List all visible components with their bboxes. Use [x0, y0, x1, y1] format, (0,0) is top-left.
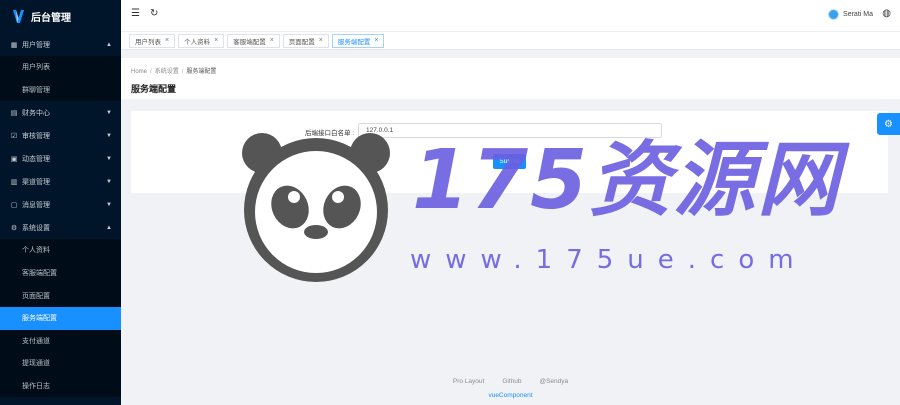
sidebar-item-page-config[interactable]: 页面配置 — [0, 284, 121, 307]
document-icon: ▤ — [10, 109, 18, 117]
breadcrumb-home[interactable]: Home — [131, 69, 147, 75]
chevron-up-icon: ▲ — [106, 41, 112, 48]
tab-profile[interactable]: 个人资料 × — [178, 33, 225, 48]
breadcrumb-system[interactable]: 系统设置 — [155, 69, 179, 75]
close-icon[interactable]: × — [319, 37, 323, 44]
chevron-down-icon: ▼ — [106, 109, 112, 116]
sidebar-group-label: 用户管理 — [22, 41, 50, 49]
tab-label: 页面配置 — [288, 38, 315, 46]
logo-icon — [12, 9, 25, 24]
tab-page-config[interactable]: 页面配置 × — [282, 33, 329, 48]
sidebar-group-label: 系统设置 — [22, 224, 50, 232]
gear-icon: ⚙ — [884, 118, 893, 130]
user-name: Serati Ma — [843, 11, 873, 18]
submenu-user: 用户列表 群聊管理 — [0, 56, 121, 102]
sidebar-group-message[interactable]: ▢ 消息管理 ▼ — [0, 193, 121, 216]
settings-drawer-button[interactable]: ⚙ — [877, 113, 900, 135]
gear-icon: ⚙ — [10, 224, 18, 232]
submit-button[interactable]: Submit — [493, 154, 526, 169]
breadcrumb: Home / 系统设置 / 服务端配置 — [131, 69, 217, 75]
tab-bar: 用户列表 × 个人资料 × 客服端配置 × 页面配置 × 服务端配置 × — [121, 31, 900, 50]
sidebar-group-label: 渠道管理 — [22, 178, 50, 186]
sidebar-group-label: 财务中心 — [22, 109, 50, 117]
chevron-up-icon: ▲ — [106, 224, 112, 231]
grid-icon: ▦ — [10, 41, 18, 49]
close-icon[interactable]: × — [270, 37, 274, 44]
page-header: Home / 系统设置 / 服务端配置 服务端配置 — [121, 58, 900, 99]
footer-link-github[interactable]: Github — [502, 378, 521, 385]
user-menu[interactable]: Serati Ma — [828, 9, 873, 20]
sidebar-item-payment-channel[interactable]: 支付通道 — [0, 330, 121, 353]
tab-client-config[interactable]: 客服端配置 × — [227, 33, 280, 48]
config-card: 后端接口白名单 : Submit — [131, 111, 888, 193]
sidebar-group-channel[interactable]: ▥ 渠道管理 ▼ — [0, 170, 121, 193]
tab-label: 用户列表 — [135, 38, 161, 46]
check-icon: ☑ — [10, 132, 18, 140]
watermark-url: www.175ue.com — [410, 245, 808, 275]
sidebar-item-group-chat[interactable]: 群聊管理 — [0, 79, 121, 102]
top-header: ☰ ↻ Serati Ma ◍ — [121, 0, 900, 31]
chevron-down-icon: ▼ — [106, 201, 112, 208]
message-icon: ▢ — [10, 201, 18, 209]
sidebar-group-label: 动态管理 — [22, 155, 50, 163]
globe-icon[interactable]: ◍ — [882, 8, 891, 19]
page-title: 服务端配置 — [131, 85, 177, 95]
sidebar-item-profile[interactable]: 个人资料 — [0, 239, 121, 262]
chevron-down-icon: ▼ — [106, 155, 112, 162]
close-icon[interactable]: × — [165, 37, 169, 44]
app-logo[interactable]: 后台管理 — [0, 0, 121, 33]
sidebar: 后台管理 ▦ 用户管理 ▲ 用户列表 群聊管理 ▤ 财务中心 ▼ ☑ 审核管理 … — [0, 0, 121, 405]
whitelist-label: 后端接口白名单 : — [305, 130, 355, 137]
refresh-icon[interactable]: ↻ — [150, 8, 158, 19]
footer-copyright[interactable]: vueComponent — [121, 392, 900, 399]
breadcrumb-current: 服务端配置 — [186, 69, 217, 75]
chevron-down-icon: ▼ — [106, 178, 112, 185]
app-title: 后台管理 — [31, 13, 71, 24]
footer-link-sendya[interactable]: @Sendya — [539, 378, 568, 385]
sidebar-group-label: 审核管理 — [22, 132, 50, 140]
sidebar-item-server-config[interactable]: 服务端配置 — [0, 306, 121, 330]
sidebar-item-operation-log[interactable]: 操作日志 — [0, 375, 121, 398]
avatar — [828, 9, 840, 20]
footer-link-pro-layout[interactable]: Pro Layout — [453, 378, 484, 385]
chevron-down-icon: ▼ — [106, 132, 112, 139]
sidebar-group-review[interactable]: ☑ 审核管理 ▼ — [0, 124, 121, 147]
tab-server-config[interactable]: 服务端配置 × — [331, 33, 385, 48]
sidebar-item-user-list[interactable]: 用户列表 — [0, 56, 121, 79]
sidebar-group-system[interactable]: ⚙ 系统设置 ▲ — [0, 216, 121, 239]
menu-fold-icon[interactable]: ☰ — [131, 8, 140, 19]
close-icon[interactable]: × — [374, 37, 378, 44]
sidebar-group-moments[interactable]: ▣ 动态管理 ▼ — [0, 147, 121, 170]
tab-user-list[interactable]: 用户列表 × — [129, 33, 176, 48]
tab-label: 服务端配置 — [337, 38, 371, 46]
tab-label: 个人资料 — [184, 38, 211, 46]
sidebar-group-finance[interactable]: ▤ 财务中心 ▼ — [0, 101, 121, 124]
tab-label: 客服端配置 — [233, 38, 266, 46]
submenu-system: 个人资料 客服端配置 页面配置 服务端配置 支付通道 提现通道 操作日志 — [0, 239, 121, 398]
sidebar-item-client-config[interactable]: 客服端配置 — [0, 262, 121, 285]
picture-icon: ▣ — [10, 155, 18, 163]
footer-links: Pro Layout Github @Sendya — [121, 378, 900, 385]
whitelist-input[interactable] — [358, 123, 662, 138]
sidebar-item-withdraw-channel[interactable]: 提现通道 — [0, 352, 121, 375]
sidebar-group-user[interactable]: ▦ 用户管理 ▲ — [0, 33, 121, 56]
sidebar-group-label: 消息管理 — [22, 201, 50, 209]
close-icon[interactable]: × — [214, 37, 218, 44]
link-icon: ▥ — [10, 178, 18, 186]
